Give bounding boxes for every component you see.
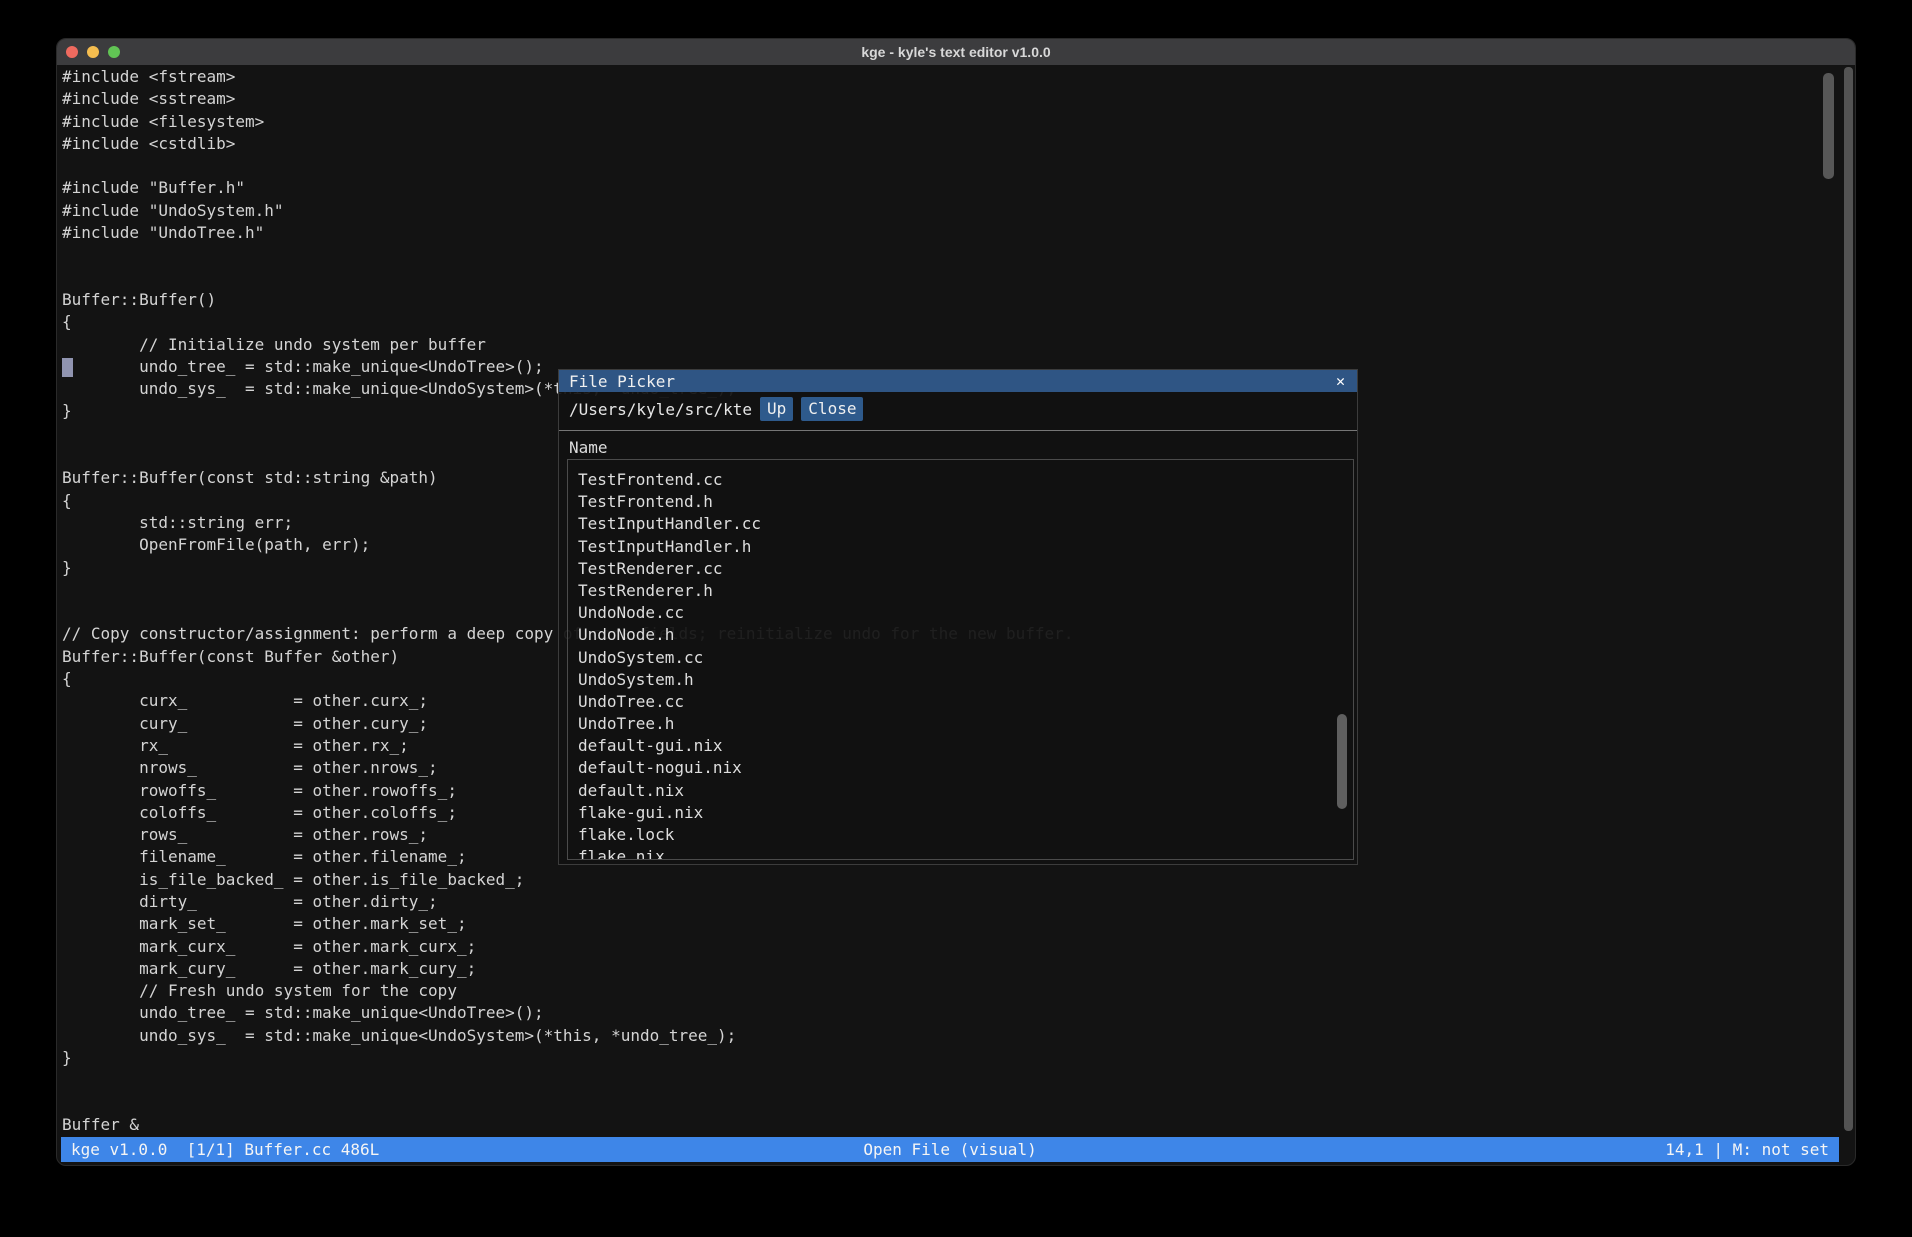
divider (559, 430, 1357, 431)
file-list-item[interactable]: UndoSystem.cc (568, 647, 1353, 669)
status-left: kge v1.0.0 [1/1] Buffer.cc 486L (61, 1140, 863, 1159)
file-list-item[interactable]: TestFrontend.h (568, 491, 1353, 513)
status-mode: Open File (visual) (863, 1140, 1036, 1159)
close-icon[interactable]: ✕ (1336, 372, 1357, 390)
zoom-window-icon[interactable] (108, 46, 120, 58)
file-list-scrollbar-thumb[interactable] (1337, 714, 1347, 809)
status-cursor-position: 14,1 | M: not set (1037, 1140, 1839, 1159)
window-title: kge - kyle's text editor v1.0.0 (861, 44, 1050, 60)
file-list-item[interactable]: UndoTree.cc (568, 691, 1353, 713)
file-list-item[interactable]: TestFrontend.cc (568, 469, 1353, 491)
traffic-lights (57, 39, 120, 65)
app-window: kge - kyle's text editor v1.0.0 #include… (56, 38, 1856, 1166)
file-list-item[interactable]: flake.nix (568, 846, 1353, 860)
file-list-item[interactable]: flake-gui.nix (568, 802, 1353, 824)
file-list-item[interactable]: TestInputHandler.cc (568, 513, 1353, 535)
window-scrollbar-track[interactable] (1844, 67, 1853, 1131)
file-list-item[interactable]: UndoSystem.h (568, 669, 1353, 691)
file-list-item[interactable]: default-nogui.nix (568, 757, 1353, 779)
current-path: /Users/kyle/src/kte (559, 400, 752, 419)
file-list-item[interactable]: UndoNode.cc (568, 602, 1353, 624)
file-list-item[interactable]: default-gui.nix (568, 735, 1353, 757)
minimize-window-icon[interactable] (87, 46, 99, 58)
close-window-icon[interactable] (66, 46, 78, 58)
up-button[interactable]: Up (760, 397, 793, 421)
file-list-item[interactable]: flake.lock (568, 824, 1353, 846)
window-titlebar: kge - kyle's text editor v1.0.0 (57, 39, 1855, 65)
file-list-item[interactable]: UndoTree.h (568, 713, 1353, 735)
file-list[interactable]: TestFrontend.ccTestFrontend.hTestInputHa… (567, 459, 1354, 860)
name-column-header: Name (569, 438, 608, 457)
file-picker-titlebar[interactable]: File Picker ✕ (559, 370, 1357, 392)
file-picker-path-row: /Users/kyle/src/kte Up Close (559, 395, 1357, 423)
file-list-item[interactable]: TestRenderer.h (568, 580, 1353, 602)
file-list-item[interactable]: UndoNode.h (568, 624, 1353, 646)
editor-scrollbar-thumb[interactable] (1823, 73, 1834, 179)
file-list-item[interactable]: default.nix (568, 780, 1353, 802)
file-list-item[interactable]: TestRenderer.cc (568, 558, 1353, 580)
status-bar: kge v1.0.0 [1/1] Buffer.cc 486L Open Fil… (61, 1137, 1839, 1162)
close-button[interactable]: Close (801, 397, 863, 421)
file-list-rows: TestFrontend.ccTestFrontend.hTestInputHa… (568, 469, 1353, 860)
file-picker-title: File Picker (559, 372, 675, 391)
file-picker-dialog: File Picker ✕ /Users/kyle/src/kte Up Clo… (558, 369, 1358, 865)
file-list-item[interactable]: TestInputHandler.h (568, 536, 1353, 558)
text-cursor (62, 358, 73, 377)
